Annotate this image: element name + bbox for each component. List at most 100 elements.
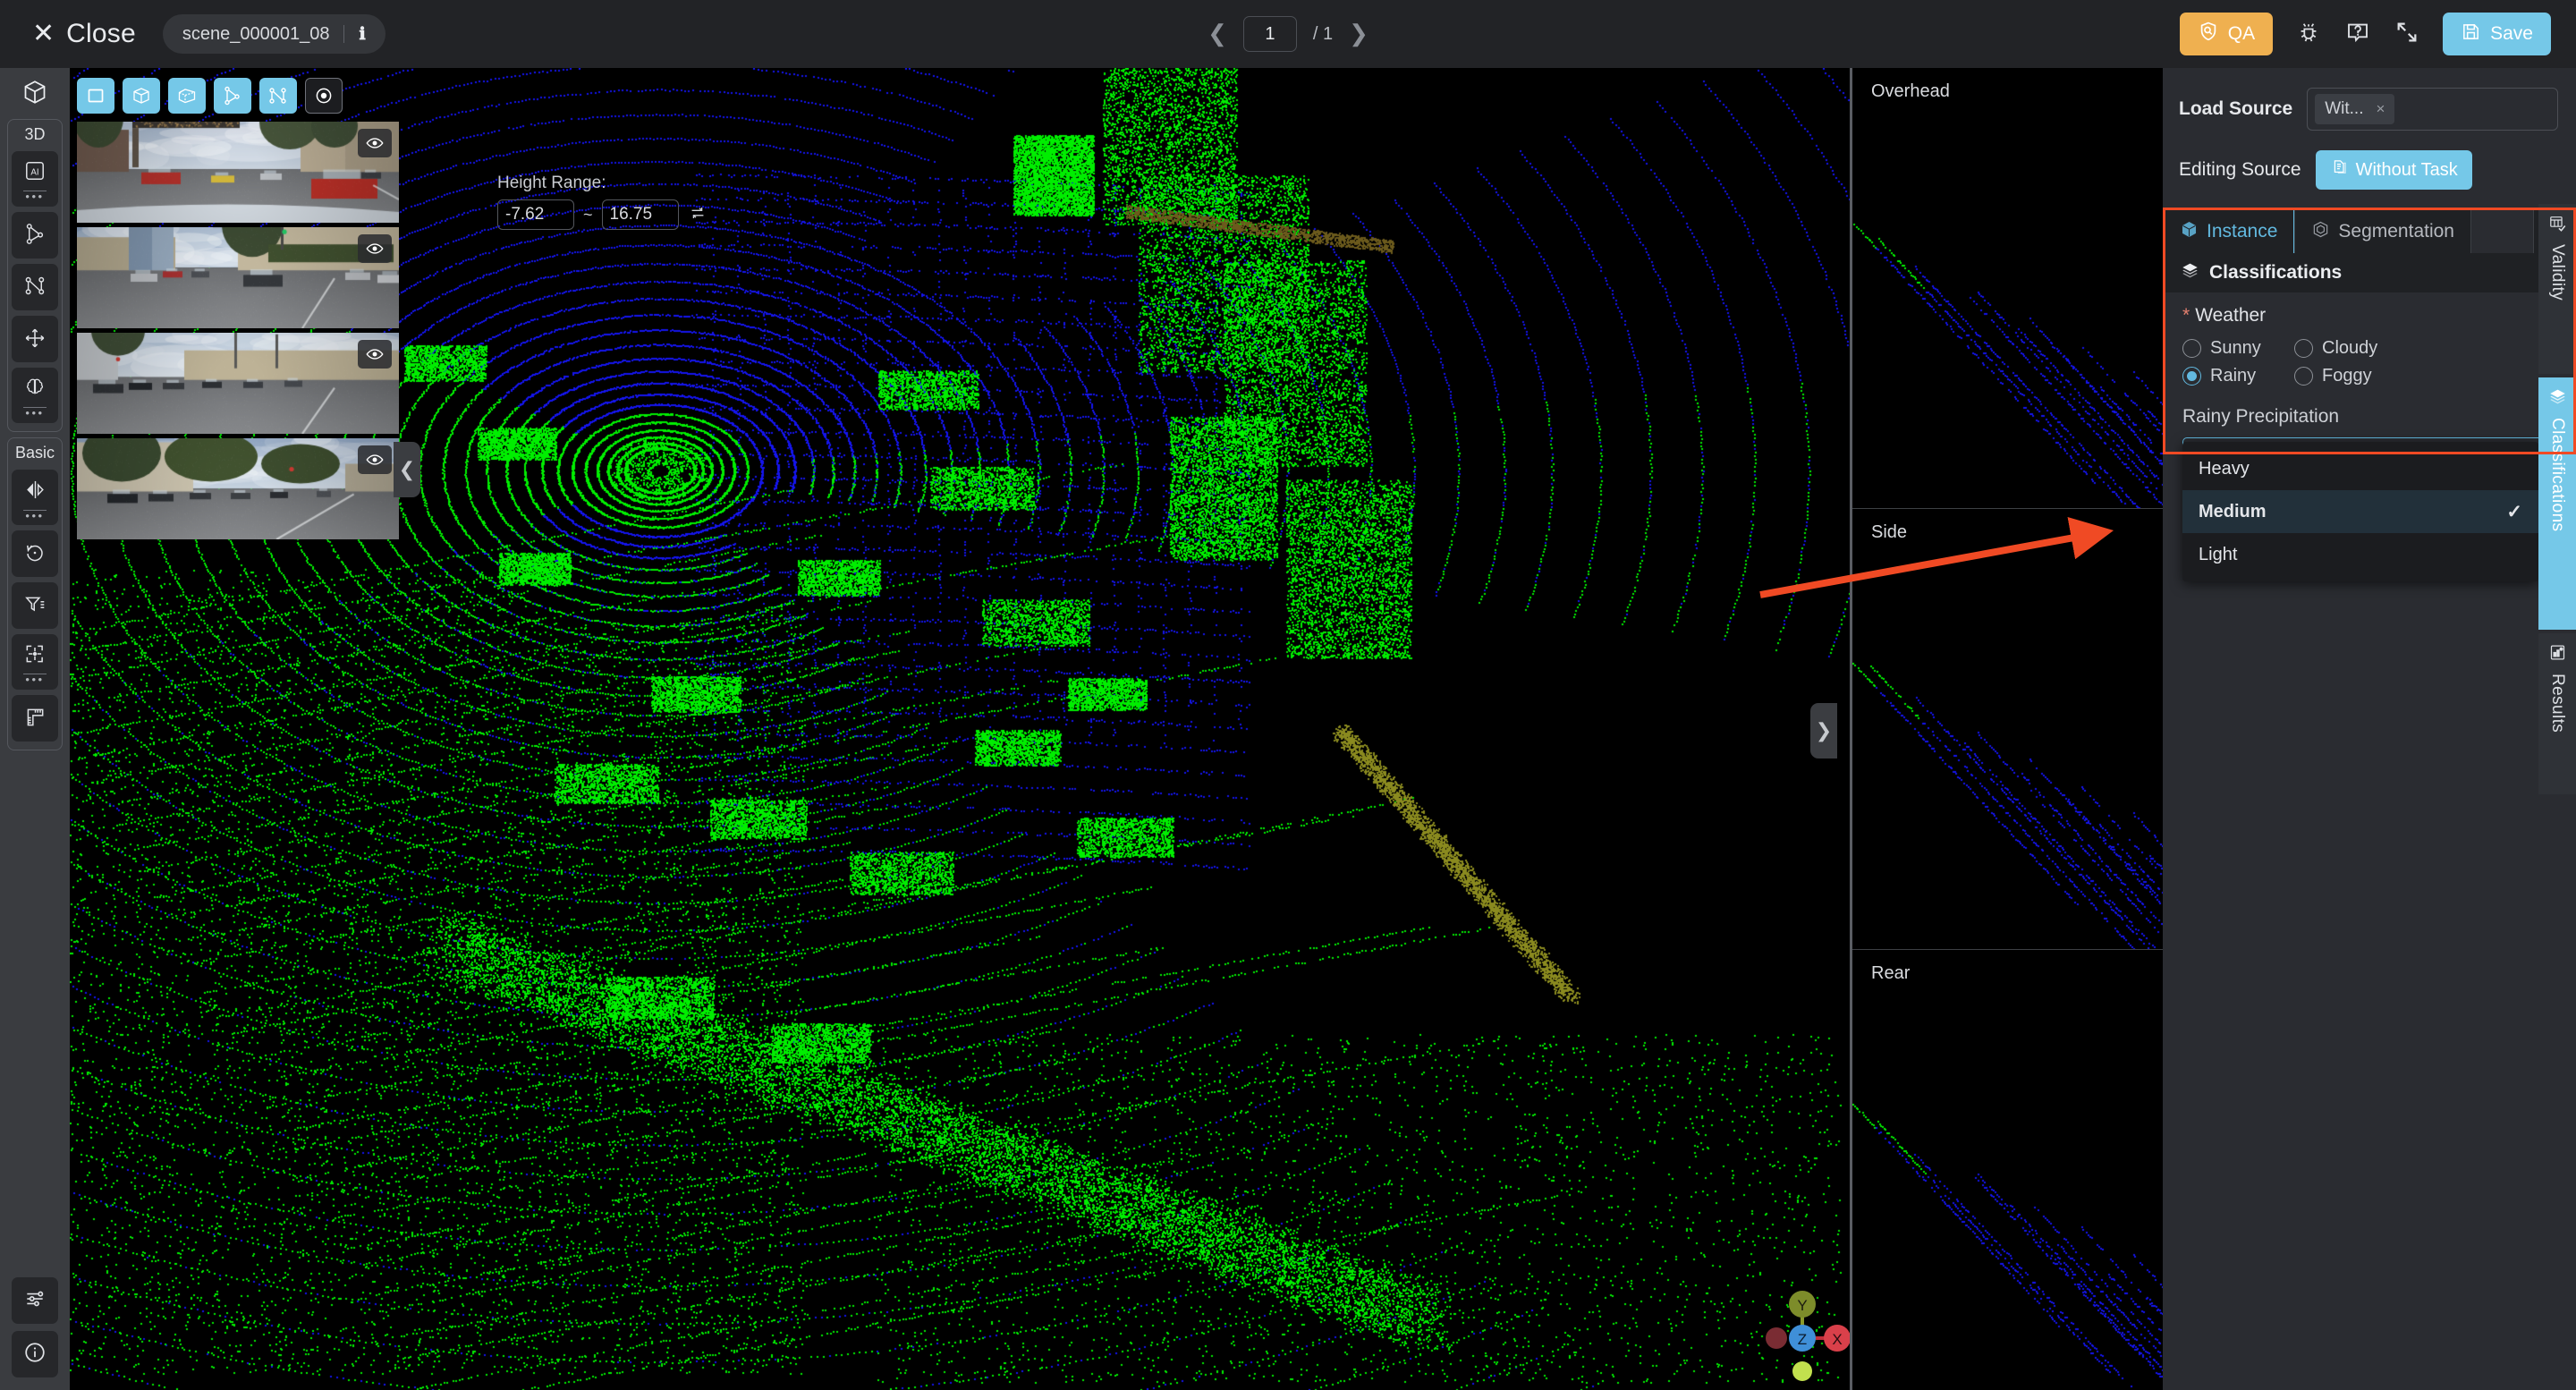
rectangle-tool[interactable] [77,78,114,114]
fullscreen-expand-icon [2394,20,2419,49]
height-min-input[interactable] [497,199,574,230]
undo-rotate-tool[interactable] [12,530,58,577]
check-icon: ✓ [2506,501,2522,522]
lidar-annotation-app: ✕ Close scene_000001_08 ℹ ❮ / 1 ❯ QA [0,0,2576,1390]
brain-icon [23,376,47,403]
weather-option-sunny[interactable]: Sunny [2182,338,2294,359]
mirror-flip-icon [23,478,47,506]
radio-icon [2294,339,2313,358]
collapse-thumbnails-handle[interactable]: ❮ [394,442,420,497]
precipitation-option-heavy[interactable]: Heavy [2182,447,2538,490]
help-button[interactable] [2344,19,2371,50]
brain-tool[interactable]: ••• [12,368,58,423]
save-button[interactable]: Save [2443,13,2551,55]
precipitation-option-medium-label: Medium [2199,501,2267,521]
point-tool[interactable] [305,78,343,114]
eye-icon[interactable] [358,340,392,369]
weather-option-rainy[interactable]: Rainy [2182,366,2294,386]
info-circle-icon [22,1340,47,1369]
validity-table-check-icon [2548,214,2567,237]
tab-instance[interactable]: Instance [2163,209,2295,253]
scene-name-label: scene_000001_08 [182,23,330,44]
shape-tool-toolbar [77,72,343,120]
crosshair-focus-icon [23,642,47,670]
camera-thumb-rear[interactable] [77,438,399,539]
editing-source-button[interactable]: Without Task [2315,150,2472,190]
close-x-icon: ✕ [32,19,55,48]
polygon-tool[interactable] [214,78,251,114]
more-options-dots[interactable]: ••• [25,674,44,685]
axis-gizmo[interactable]: Y X Z [1753,1286,1850,1385]
vtab-results[interactable]: Results [2538,633,2576,794]
document-copy-icon [2330,158,2348,182]
settings-sliders-button[interactable] [12,1277,58,1324]
rail-group-3d-title: 3D [24,125,46,143]
filter-tool[interactable] [12,582,58,629]
vtab-validity[interactable]: Validity [2538,204,2576,374]
about-info-button[interactable] [12,1331,58,1377]
polygon-tool[interactable] [12,212,58,259]
vtab-classifications[interactable]: Classifications [2538,377,2576,630]
mirror-tool[interactable]: ••• [12,470,58,525]
side-view-side[interactable]: Side [1852,509,2163,949]
box3d-tool[interactable] [168,78,206,114]
side-view-overhead[interactable]: Overhead [1852,68,2163,508]
reset-swap-icon[interactable] [688,203,708,227]
remove-tag-icon[interactable]: × [2376,100,2385,118]
scene-name-chip[interactable]: scene_000001_08 ℹ [162,14,386,54]
side-view-overhead-label: Overhead [1871,81,1950,101]
tab-segmentation-label: Segmentation [2338,221,2454,242]
fullscreen-button[interactable] [2394,20,2419,49]
source-settings-box: Load Source Wit... × Editing Source With… [2163,68,2576,209]
cuboid-tool[interactable] [123,78,160,114]
polyline-tool[interactable] [259,78,297,114]
more-options-dots[interactable]: ••• [25,191,44,202]
load-source-select[interactable]: Wit... × [2307,88,2558,131]
load-source-tag: Wit... × [2315,94,2395,124]
bug-report-button[interactable] [2296,20,2321,49]
weather-label-text: Weather [2195,305,2267,326]
qa-label: QA [2227,23,2256,44]
prev-frame-button[interactable]: ❮ [1208,21,1227,47]
eye-icon[interactable] [358,445,392,474]
camera-thumb-front[interactable] [77,122,399,223]
measure-tool[interactable] [12,695,58,742]
collapse-sideviews-handle[interactable]: ❯ [1810,703,1837,759]
focus-tool[interactable]: ••• [12,634,58,690]
eye-icon[interactable] [358,129,392,157]
tab-segmentation[interactable]: Segmentation [2294,209,2471,253]
camera-thumb-front-left[interactable] [77,227,399,328]
height-max-input[interactable] [601,199,679,230]
precipitation-dropdown-menu[interactable]: Heavy Medium ✓ Light [2182,442,2538,581]
qa-button[interactable]: QA [2179,13,2274,55]
tab-instance-label: Instance [2207,221,2278,242]
ai-assist-tool[interactable]: AI ••• [12,151,58,207]
eye-icon[interactable] [358,234,392,263]
rotate-ccw-icon [23,541,47,569]
precipitation-option-light[interactable]: Light [2182,533,2538,576]
camera-thumb-side[interactable] [77,333,399,434]
height-range-label: Height Range: [497,174,606,192]
move-tool[interactable] [12,316,58,362]
page-number-input[interactable] [1242,16,1297,52]
next-frame-button[interactable]: ❯ [1349,21,1368,47]
close-button[interactable]: ✕ Close [32,19,136,49]
rail-group-basic: Basic ••• ••• [7,437,63,750]
precipitation-option-light-label: Light [2199,544,2238,564]
polyline-tool[interactable] [12,264,58,310]
info-icon[interactable]: ℹ [359,24,365,45]
svg-text:X: X [1832,1331,1842,1348]
weather-option-cloudy[interactable]: Cloudy [2294,338,2556,359]
weather-field-label: * Weather [2182,305,2556,326]
precipitation-option-medium[interactable]: Medium ✓ [2182,490,2538,533]
top-bar-actions: QA Save [2179,0,2551,68]
shield-search-icon [2198,21,2219,47]
point-cloud-viewport[interactable]: Height Range: ~ [70,68,1850,1390]
weather-option-foggy[interactable]: Foggy [2294,366,2556,386]
side-view-rear[interactable]: Rear [1852,950,2163,1389]
more-options-dots[interactable]: ••• [25,510,44,521]
filter-list-icon [23,593,47,621]
more-options-dots[interactable]: ••• [25,407,44,419]
vtab-results-label: Results [2548,674,2567,733]
panel-tab-bar: Instance Segmentation [2163,209,2576,253]
